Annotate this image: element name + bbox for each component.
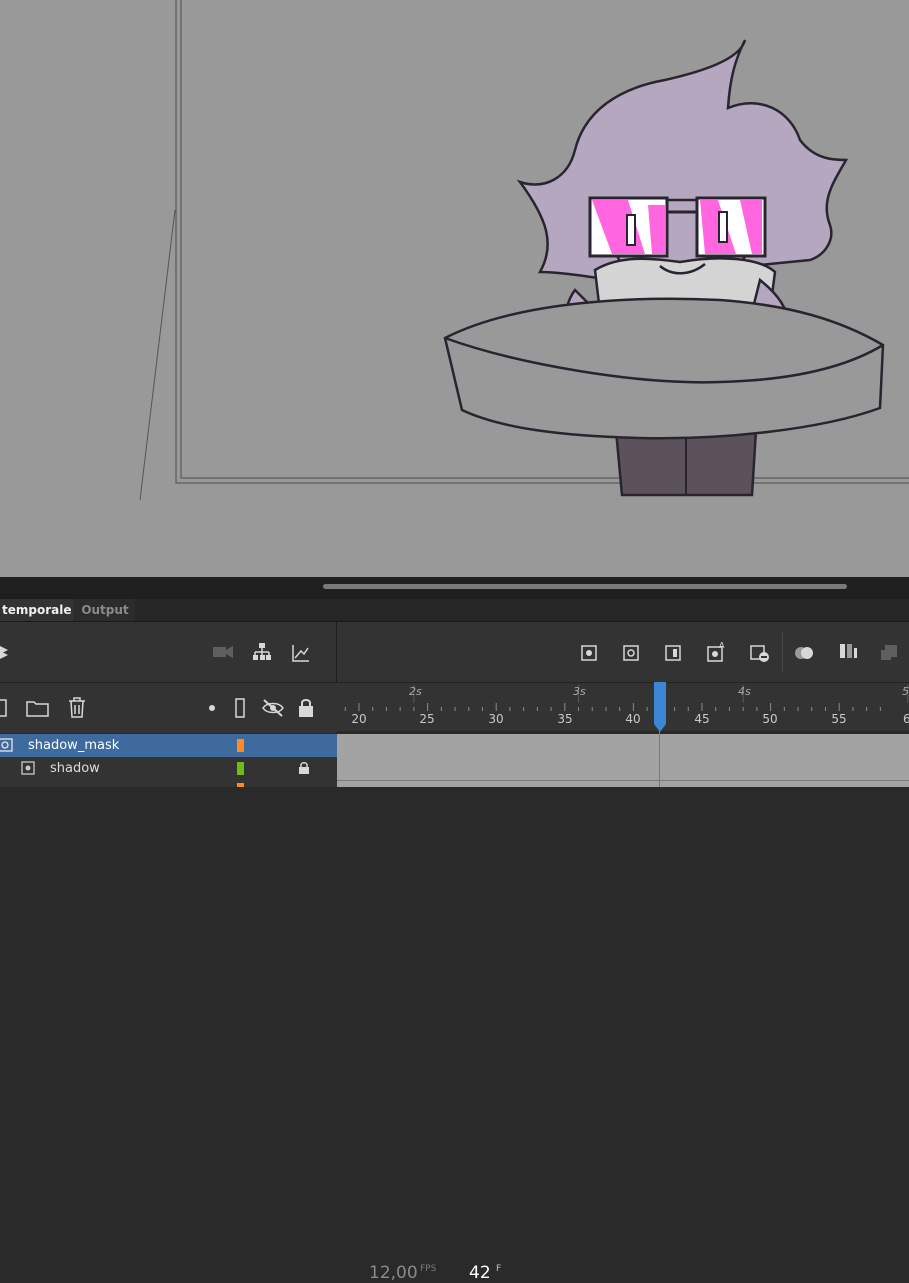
playhead-handle[interactable] bbox=[653, 682, 667, 732]
ruler-second-label: 5 bbox=[902, 685, 909, 698]
remove-frame-icon[interactable] bbox=[749, 642, 771, 664]
ruler-frame-label: 20 bbox=[351, 712, 367, 726]
frames-row-shadow-mask[interactable] bbox=[337, 734, 909, 758]
auto-keyframe-icon[interactable]: A bbox=[706, 641, 728, 663]
stage-artwork bbox=[139, 0, 909, 501]
onion-skin-icon[interactable] bbox=[794, 644, 816, 662]
outline-icon[interactable] bbox=[234, 697, 246, 719]
svg-text:A: A bbox=[719, 641, 725, 650]
stage-horizontal-scrollbar[interactable] bbox=[0, 577, 909, 599]
ruler-second-label: 3s bbox=[573, 685, 586, 698]
masked-layer-icon bbox=[21, 761, 35, 775]
layer-color-chip[interactable] bbox=[237, 739, 244, 752]
fps-unit: FPS bbox=[420, 1264, 437, 1274]
lock-icon[interactable] bbox=[297, 697, 315, 719]
onion-edit-icon[interactable] bbox=[838, 642, 860, 662]
lock-icon[interactable] bbox=[298, 761, 310, 775]
ruler-second-label: 4s bbox=[738, 685, 751, 698]
scrollbar-thumb[interactable] bbox=[323, 584, 847, 589]
folder-icon[interactable] bbox=[26, 698, 50, 718]
ruler-frame-label: 35 bbox=[557, 712, 573, 726]
toolbar-separator bbox=[782, 632, 783, 672]
layers-stack-icon[interactable] bbox=[0, 642, 10, 662]
timeline-toolbar: 12,00 FPS 42 F A bbox=[0, 622, 909, 1283]
layer-color-chip[interactable] bbox=[237, 762, 244, 775]
current-frame[interactable]: 42 bbox=[469, 1263, 491, 1283]
mask-icon bbox=[0, 738, 13, 752]
right-eye bbox=[718, 211, 728, 243]
left-eye bbox=[626, 214, 636, 246]
frames-row-partial bbox=[337, 781, 909, 787]
keyframe-icon[interactable] bbox=[580, 644, 598, 662]
graph-icon[interactable] bbox=[291, 643, 311, 663]
layer-color-chip bbox=[237, 783, 244, 787]
ruler-frame-label: 55 bbox=[831, 712, 847, 726]
layer-row-shadow-mask[interactable]: shadow_mask bbox=[0, 734, 337, 757]
panel-tab-bar: temporale Output bbox=[0, 599, 909, 622]
ruler-frame-label: 6 bbox=[903, 712, 909, 726]
tab-output[interactable]: Output bbox=[75, 599, 135, 621]
frame-icon[interactable] bbox=[664, 644, 682, 662]
camera-icon[interactable] bbox=[212, 644, 234, 660]
layer-hierarchy-icon[interactable] bbox=[252, 642, 272, 662]
layer-toolbar bbox=[0, 683, 337, 733]
trash-icon[interactable] bbox=[67, 697, 87, 719]
fps-value[interactable]: 12,00 bbox=[369, 1263, 418, 1283]
desk-body bbox=[443, 297, 885, 440]
stage-canvas[interactable] bbox=[0, 0, 909, 577]
more-icon[interactable] bbox=[880, 643, 902, 663]
layer-row-partial bbox=[0, 780, 337, 787]
frames-row-shadow[interactable] bbox=[337, 757, 909, 781]
dot-icon[interactable] bbox=[207, 703, 217, 713]
visibility-icon[interactable] bbox=[261, 698, 285, 718]
layer-row-shadow[interactable]: shadow bbox=[0, 757, 337, 780]
ruler-frame-label: 25 bbox=[419, 712, 435, 726]
new-layer-icon[interactable] bbox=[0, 699, 8, 717]
ruler-frame-label: 30 bbox=[488, 712, 504, 726]
layer-name[interactable]: shadow bbox=[50, 761, 100, 776]
stroke-line bbox=[139, 209, 176, 501]
ruler-frame-label: 45 bbox=[694, 712, 710, 726]
ruler-frame-label: 50 bbox=[762, 712, 778, 726]
tab-timeline[interactable]: temporale bbox=[0, 599, 74, 621]
ruler-frame-label: 40 bbox=[625, 712, 641, 726]
ruler-second-label: 2s bbox=[409, 685, 422, 698]
blank-keyframe-icon[interactable] bbox=[622, 644, 640, 662]
frame-unit: F bbox=[496, 1264, 502, 1274]
layer-name[interactable]: shadow_mask bbox=[28, 738, 119, 753]
